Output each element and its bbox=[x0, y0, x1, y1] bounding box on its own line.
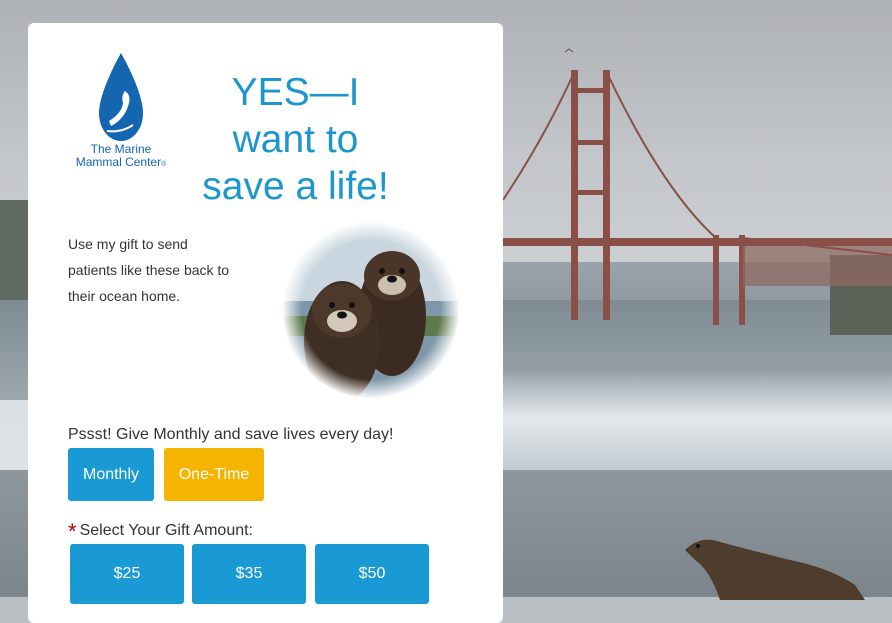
bridge-tower-leg bbox=[713, 235, 719, 325]
sea-otters-photo bbox=[282, 221, 460, 399]
headline-line: want to bbox=[232, 118, 359, 161]
bird-icon bbox=[564, 48, 574, 53]
amount-35-button[interactable]: $35 bbox=[192, 544, 306, 604]
golden-gate-bridge bbox=[503, 48, 892, 325]
registered-mark: ® bbox=[161, 161, 167, 168]
page-title: YES—I want to save a life! bbox=[188, 69, 403, 210]
monthly-promo-text: Pssst! Give Monthly and save lives every… bbox=[68, 426, 394, 443]
monthly-frequency-button[interactable]: Monthly bbox=[68, 448, 154, 501]
water-drop-seal-icon bbox=[99, 53, 143, 141]
amount-25-button[interactable]: $25 bbox=[70, 544, 184, 604]
intro-line: Use my gift to send bbox=[68, 236, 188, 252]
headline-line: YES—I bbox=[231, 71, 360, 114]
intro-text: Use my gift to send patients like these … bbox=[68, 231, 258, 309]
bridge-deck bbox=[503, 238, 892, 246]
gift-amount-label: * Select Your Gift Amount: bbox=[68, 519, 253, 545]
organization-logo[interactable]: The Marine Mammal Center® bbox=[66, 51, 176, 181]
logo-name-line: Mammal Center® bbox=[66, 156, 176, 171]
left-cliff bbox=[0, 200, 30, 300]
surf-foam-left bbox=[0, 400, 30, 480]
sea-lion bbox=[685, 539, 865, 600]
logo-name-text: Mammal Center bbox=[75, 155, 162, 169]
required-asterisk: * bbox=[68, 519, 77, 544]
bridge-cable bbox=[607, 74, 717, 239]
amount-50-button[interactable]: $50 bbox=[315, 544, 429, 604]
gift-amount-label-text: Select Your Gift Amount: bbox=[79, 522, 253, 539]
donation-card: The Marine Mammal Center® YES—I want to … bbox=[28, 23, 503, 623]
intro-line: their ocean home. bbox=[68, 288, 181, 304]
one-time-frequency-button[interactable]: One-Time bbox=[164, 448, 264, 501]
bridge-cable bbox=[503, 74, 574, 201]
intro-line: patients like these back to bbox=[68, 262, 230, 278]
headline-line: save a life! bbox=[202, 165, 389, 208]
